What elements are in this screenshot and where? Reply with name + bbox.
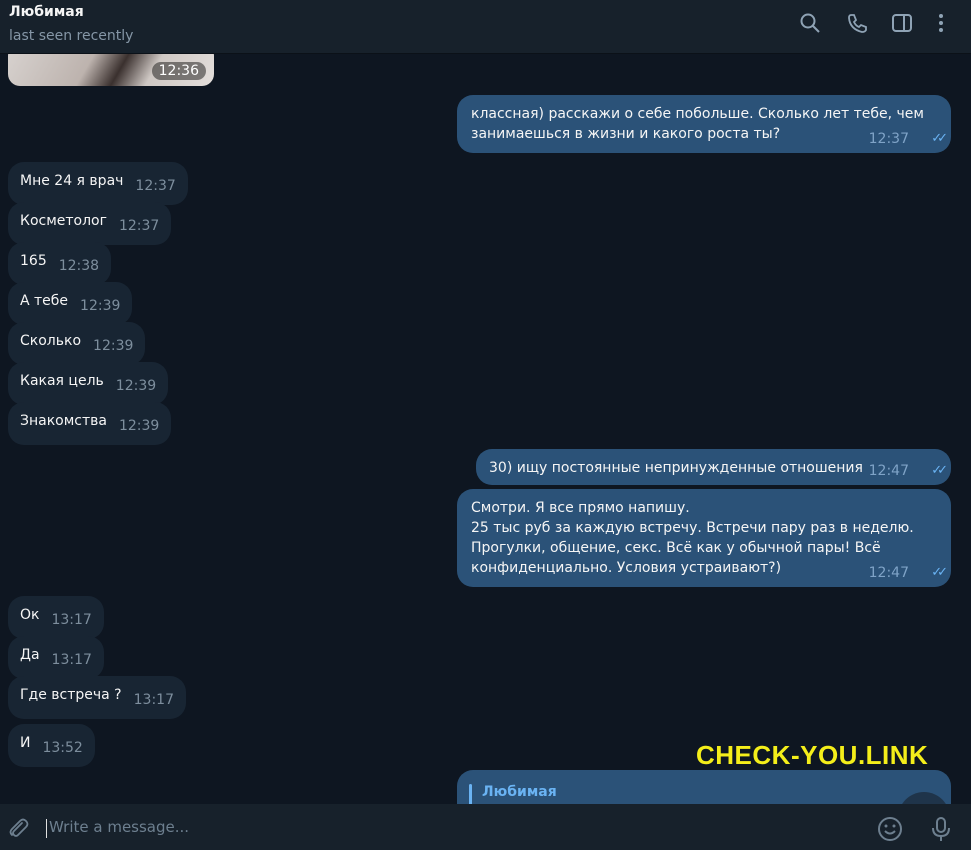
outgoing-message[interactable]: Смотри. Я все прямо напишу. 25 тыс руб з… <box>457 489 951 587</box>
incoming-message[interactable]: 165 12:38 <box>8 242 112 285</box>
message-text-line: занимаешься в жизни и какого роста ты? <box>471 126 781 142</box>
message-text: Косметолог <box>20 213 107 229</box>
photo-message[interactable]: 12:36 <box>8 54 214 86</box>
message-time: 12:47 <box>868 463 909 479</box>
message-text: Где встреча ? <box>20 687 122 703</box>
message-time: 12:39 <box>115 378 157 394</box>
phone-icon[interactable] <box>844 12 870 38</box>
incoming-message[interactable]: Где встреча ? 13:17 <box>8 676 186 719</box>
message-time: 13:17 <box>51 652 92 668</box>
message-time: 12:47 <box>868 565 909 581</box>
message-time: 12:39 <box>80 298 121 314</box>
message-time: 13:17 <box>133 692 174 708</box>
message-list[interactable]: 12:36 классная) расскажи о себе побольше… <box>0 54 971 804</box>
outgoing-message[interactable]: классная) расскажи о себе побольше. Скол… <box>457 95 951 153</box>
message-time: 12:39 <box>93 338 134 354</box>
message-text-line: 25 тыс руб за каждую встречу. Встречи па… <box>471 520 914 536</box>
microphone-icon[interactable] <box>929 816 953 842</box>
search-icon[interactable] <box>797 12 823 38</box>
text-cursor <box>46 819 47 838</box>
message-time: 13:52 <box>42 740 83 756</box>
message-text: А тебе <box>20 293 69 309</box>
incoming-message[interactable]: Сколько 12:39 <box>8 322 146 365</box>
double-check-icon: ✓✓ <box>931 565 948 580</box>
emoji-icon[interactable] <box>877 816 903 842</box>
chat-status: last seen recently <box>9 28 134 44</box>
double-check-icon: ✓✓ <box>931 131 948 146</box>
more-vertical-icon[interactable] <box>928 12 954 38</box>
incoming-message[interactable]: Да 13:17 <box>8 636 104 679</box>
chat-header: Любимая last seen recently <box>0 0 971 54</box>
reply-author: Любимая <box>482 784 557 800</box>
double-check-icon: ✓✓ <box>931 463 948 478</box>
outgoing-message[interactable]: 30) ищу постоянные непринужденные отноше… <box>476 449 951 485</box>
incoming-message[interactable]: Косметолог 12:37 <box>8 202 172 245</box>
message-text: Знакомства <box>20 413 107 429</box>
incoming-message[interactable]: И 13:52 <box>8 724 95 767</box>
composer: Write a message... <box>0 804 971 850</box>
incoming-message[interactable]: А тебе 12:39 <box>8 282 133 325</box>
incoming-message[interactable]: Ок 13:17 <box>8 596 104 639</box>
message-text: Сколько <box>20 333 82 349</box>
message-text: Да <box>20 647 40 663</box>
message-input[interactable]: Write a message... <box>49 818 189 836</box>
message-text: Ок <box>20 607 40 623</box>
outgoing-reply-message[interactable]: Любимая <box>457 770 951 804</box>
message-time: 12:37 <box>118 218 160 234</box>
message-text-line: классная) расскажи о себе побольше. Скол… <box>471 106 924 122</box>
message-time: 12:37 <box>868 131 909 147</box>
message-text-line: Прогулки, общение, секс. Всё как у обычн… <box>471 540 881 556</box>
message-time: 12:39 <box>118 418 160 434</box>
message-text: Какая цель <box>20 373 104 389</box>
message-text: И <box>20 735 31 751</box>
message-text: 30) ищу постоянные непринужденные отноше… <box>489 460 863 476</box>
message-text: Мне 24 я врач <box>20 173 124 189</box>
sidebar-toggle-icon[interactable] <box>889 12 915 38</box>
paperclip-icon[interactable] <box>6 816 30 840</box>
message-time: 12:36 <box>151 62 206 80</box>
reply-quote-bar <box>469 784 472 804</box>
watermark: CHECK-YOU.LINK <box>696 740 929 770</box>
message-text-line: Смотри. Я все прямо напишу. <box>471 500 690 516</box>
incoming-message[interactable]: Мне 24 я врач 12:37 <box>8 162 188 205</box>
message-text-line: конфиденциально. Условия устраивают?) <box>471 560 782 576</box>
incoming-message[interactable]: Знакомства 12:39 <box>8 402 172 445</box>
message-time: 13:17 <box>51 612 92 628</box>
chat-title[interactable]: Любимая <box>9 4 84 20</box>
incoming-message[interactable]: Какая цель 12:39 <box>8 362 169 405</box>
message-time: 12:37 <box>135 178 176 194</box>
message-text: 165 <box>20 253 47 269</box>
message-time: 12:38 <box>58 258 100 274</box>
